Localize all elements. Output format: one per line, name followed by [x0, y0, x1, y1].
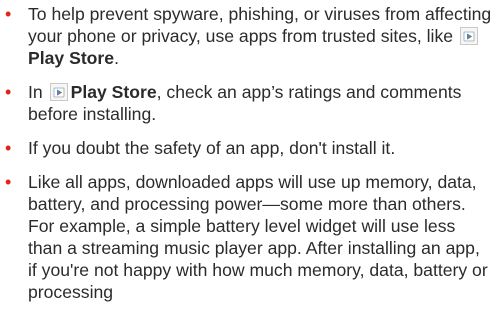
item-text: To help prevent spyware, phishing, or vi…	[28, 4, 492, 46]
play-store-icon	[49, 83, 68, 101]
play-store-label: Play Store	[28, 48, 115, 68]
bullet-point: •	[5, 82, 12, 102]
play-store-icon	[459, 27, 478, 45]
list-item: • If you doubt the safety of an app, don…	[0, 137, 503, 159]
list-item: • In Play Store, check an app’s ratings …	[0, 81, 503, 125]
bullet-point: •	[5, 172, 12, 192]
page: • To help prevent spyware, phishing, or …	[0, 0, 503, 312]
bullet-point: •	[5, 138, 12, 158]
bullet-point: •	[5, 4, 12, 24]
list-item: • Like all apps, downloaded apps will us…	[0, 171, 503, 303]
item-text: Like all apps, downloaded apps will use …	[28, 172, 488, 302]
play-store-label: Play Store	[70, 82, 157, 102]
tips-bullet-list: • To help prevent spyware, phishing, or …	[0, 3, 503, 303]
item-text: In	[28, 82, 43, 102]
item-text-end: .	[114, 48, 119, 68]
list-item: • To help prevent spyware, phishing, or …	[0, 3, 503, 69]
item-text: If you doubt the safety of an app, don't…	[28, 138, 396, 158]
